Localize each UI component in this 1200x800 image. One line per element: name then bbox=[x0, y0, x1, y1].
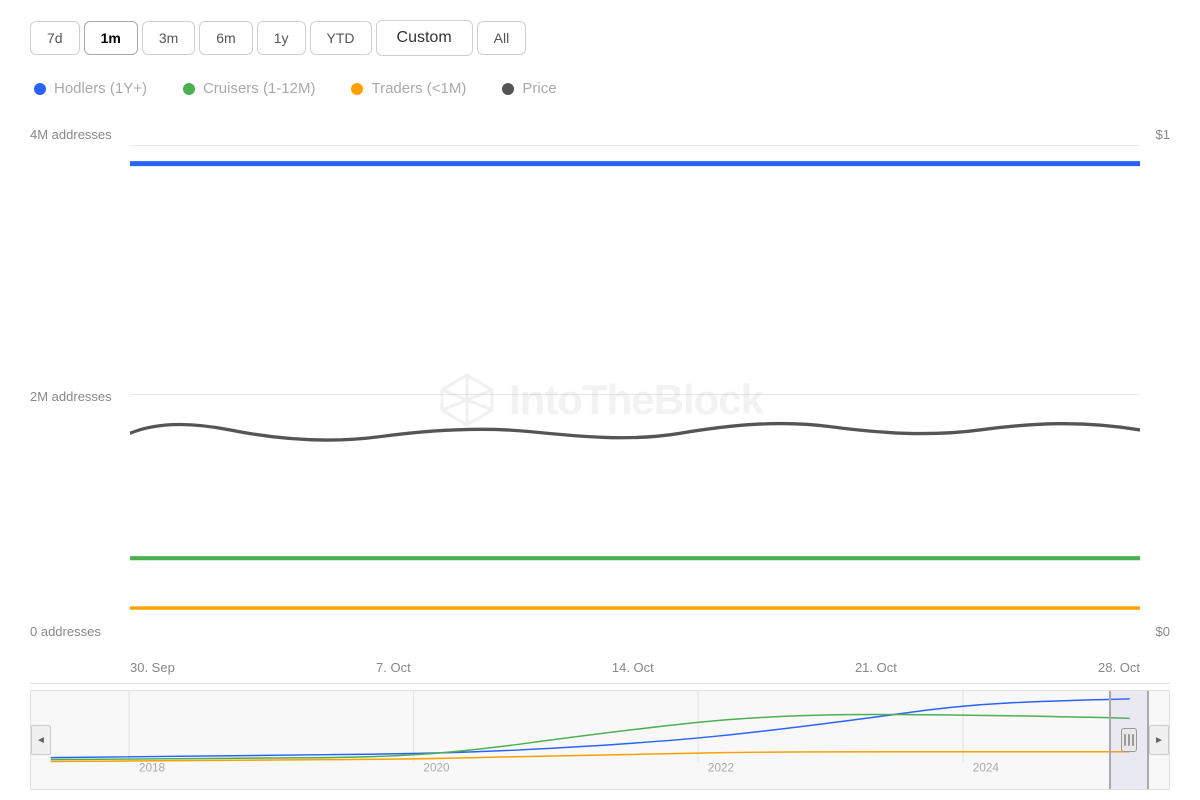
filter-ytd[interactable]: YTD bbox=[310, 21, 372, 55]
cruisers-label: Cruisers (1-12M) bbox=[203, 80, 316, 97]
nav-right-button[interactable]: ► bbox=[1149, 725, 1169, 755]
x-label-sep30: 30. Sep bbox=[130, 660, 175, 675]
x-label-oct28: 28. Oct bbox=[1098, 660, 1140, 675]
svg-text:2022: 2022 bbox=[708, 761, 734, 774]
filter-1m[interactable]: 1m bbox=[84, 21, 138, 55]
x-axis-labels: 30. Sep 7. Oct 14. Oct 21. Oct 28. Oct bbox=[130, 660, 1140, 675]
hodlers-label: Hodlers (1Y+) bbox=[54, 80, 147, 97]
nav-left-button[interactable]: ◄ bbox=[31, 725, 51, 755]
legend-traders: Traders (<1M) bbox=[351, 80, 466, 97]
legend-cruisers: Cruisers (1-12M) bbox=[183, 80, 316, 97]
main-chart-svg bbox=[30, 117, 1170, 683]
filter-7d[interactable]: 7d bbox=[30, 21, 80, 55]
nav-handle-icon bbox=[1121, 728, 1137, 752]
legend-price: Price bbox=[502, 80, 556, 97]
x-label-oct14: 14. Oct bbox=[612, 660, 654, 675]
nav-line-1 bbox=[1124, 734, 1126, 746]
filter-custom[interactable]: Custom bbox=[376, 20, 473, 56]
x-label-oct7: 7. Oct bbox=[376, 660, 411, 675]
traders-label: Traders (<1M) bbox=[371, 80, 466, 97]
nav-handle-lines bbox=[1124, 734, 1134, 746]
filter-all[interactable]: All bbox=[477, 21, 527, 55]
filter-3m[interactable]: 3m bbox=[142, 21, 195, 55]
chart-legend: Hodlers (1Y+) Cruisers (1-12M) Traders (… bbox=[30, 80, 1170, 97]
svg-text:2020: 2020 bbox=[423, 761, 450, 774]
chart-area: IntoTheBlock 4M addresses 2M addresses 0… bbox=[30, 117, 1170, 790]
legend-hodlers: Hodlers (1Y+) bbox=[34, 80, 147, 97]
navigator-svg: 2018 2020 2022 2024 bbox=[31, 691, 1169, 789]
time-filter-bar: 7d 1m 3m 6m 1y YTD Custom All bbox=[30, 20, 1170, 56]
cruisers-dot bbox=[183, 83, 195, 95]
nav-line-2 bbox=[1128, 734, 1130, 746]
navigator: ◄ ► 2018 2020 2022 bbox=[30, 690, 1170, 790]
filter-6m[interactable]: 6m bbox=[199, 21, 252, 55]
hodlers-dot bbox=[34, 83, 46, 95]
price-label: Price bbox=[522, 80, 556, 97]
x-label-oct21: 21. Oct bbox=[855, 660, 897, 675]
svg-text:2018: 2018 bbox=[139, 761, 166, 774]
main-container: 7d 1m 3m 6m 1y YTD Custom All Hodlers (1… bbox=[0, 0, 1200, 800]
traders-dot bbox=[351, 83, 363, 95]
main-chart: IntoTheBlock 4M addresses 2M addresses 0… bbox=[30, 117, 1170, 684]
nav-line-3 bbox=[1132, 734, 1134, 746]
filter-1y[interactable]: 1y bbox=[257, 21, 306, 55]
price-dot bbox=[502, 83, 514, 95]
nav-handle[interactable] bbox=[1109, 691, 1149, 789]
svg-text:2024: 2024 bbox=[973, 761, 1000, 774]
